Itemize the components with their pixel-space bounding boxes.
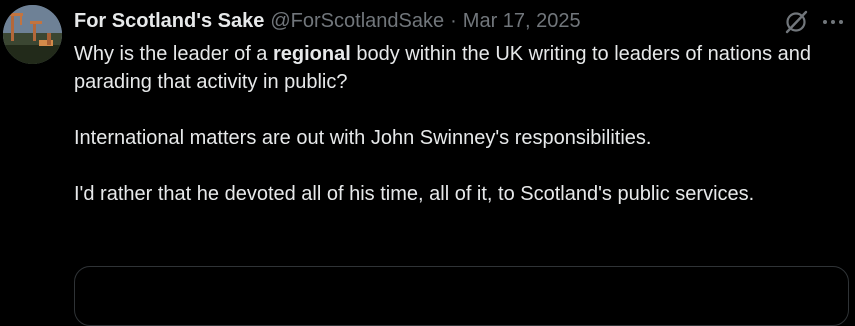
more-options-icon[interactable]	[821, 10, 845, 34]
tweet-paragraph-1: Why is the leader of a regional body wit…	[74, 40, 814, 96]
tweet-paragraph-3: I'd rather that he devoted all of his ti…	[74, 183, 755, 205]
header-separator: ·	[450, 10, 457, 32]
tweet-header: For Scotland's Sake @ForScotlandSake · M…	[74, 8, 581, 34]
avatar-image	[3, 5, 62, 64]
tweet-paragraph-2: International matters are out with John …	[74, 127, 652, 149]
tweet[interactable]: For Scotland's Sake @ForScotlandSake · M…	[0, 0, 855, 326]
tweet-text: Why is the leader of a regional body wit…	[74, 40, 814, 208]
paragraph-1-emphasis: regional	[272, 43, 351, 65]
author-name[interactable]: For Scotland's Sake	[74, 8, 264, 34]
tweet-actions	[783, 8, 845, 36]
avatar[interactable]	[3, 5, 62, 64]
grok-icon[interactable]	[783, 9, 809, 35]
tweet-date[interactable]: Mar 17, 2025	[463, 8, 581, 34]
embedded-card[interactable]	[74, 266, 849, 326]
author-handle[interactable]: @ForScotlandSake	[270, 8, 444, 34]
paragraph-1-start: Why is the leader of a	[74, 43, 273, 65]
